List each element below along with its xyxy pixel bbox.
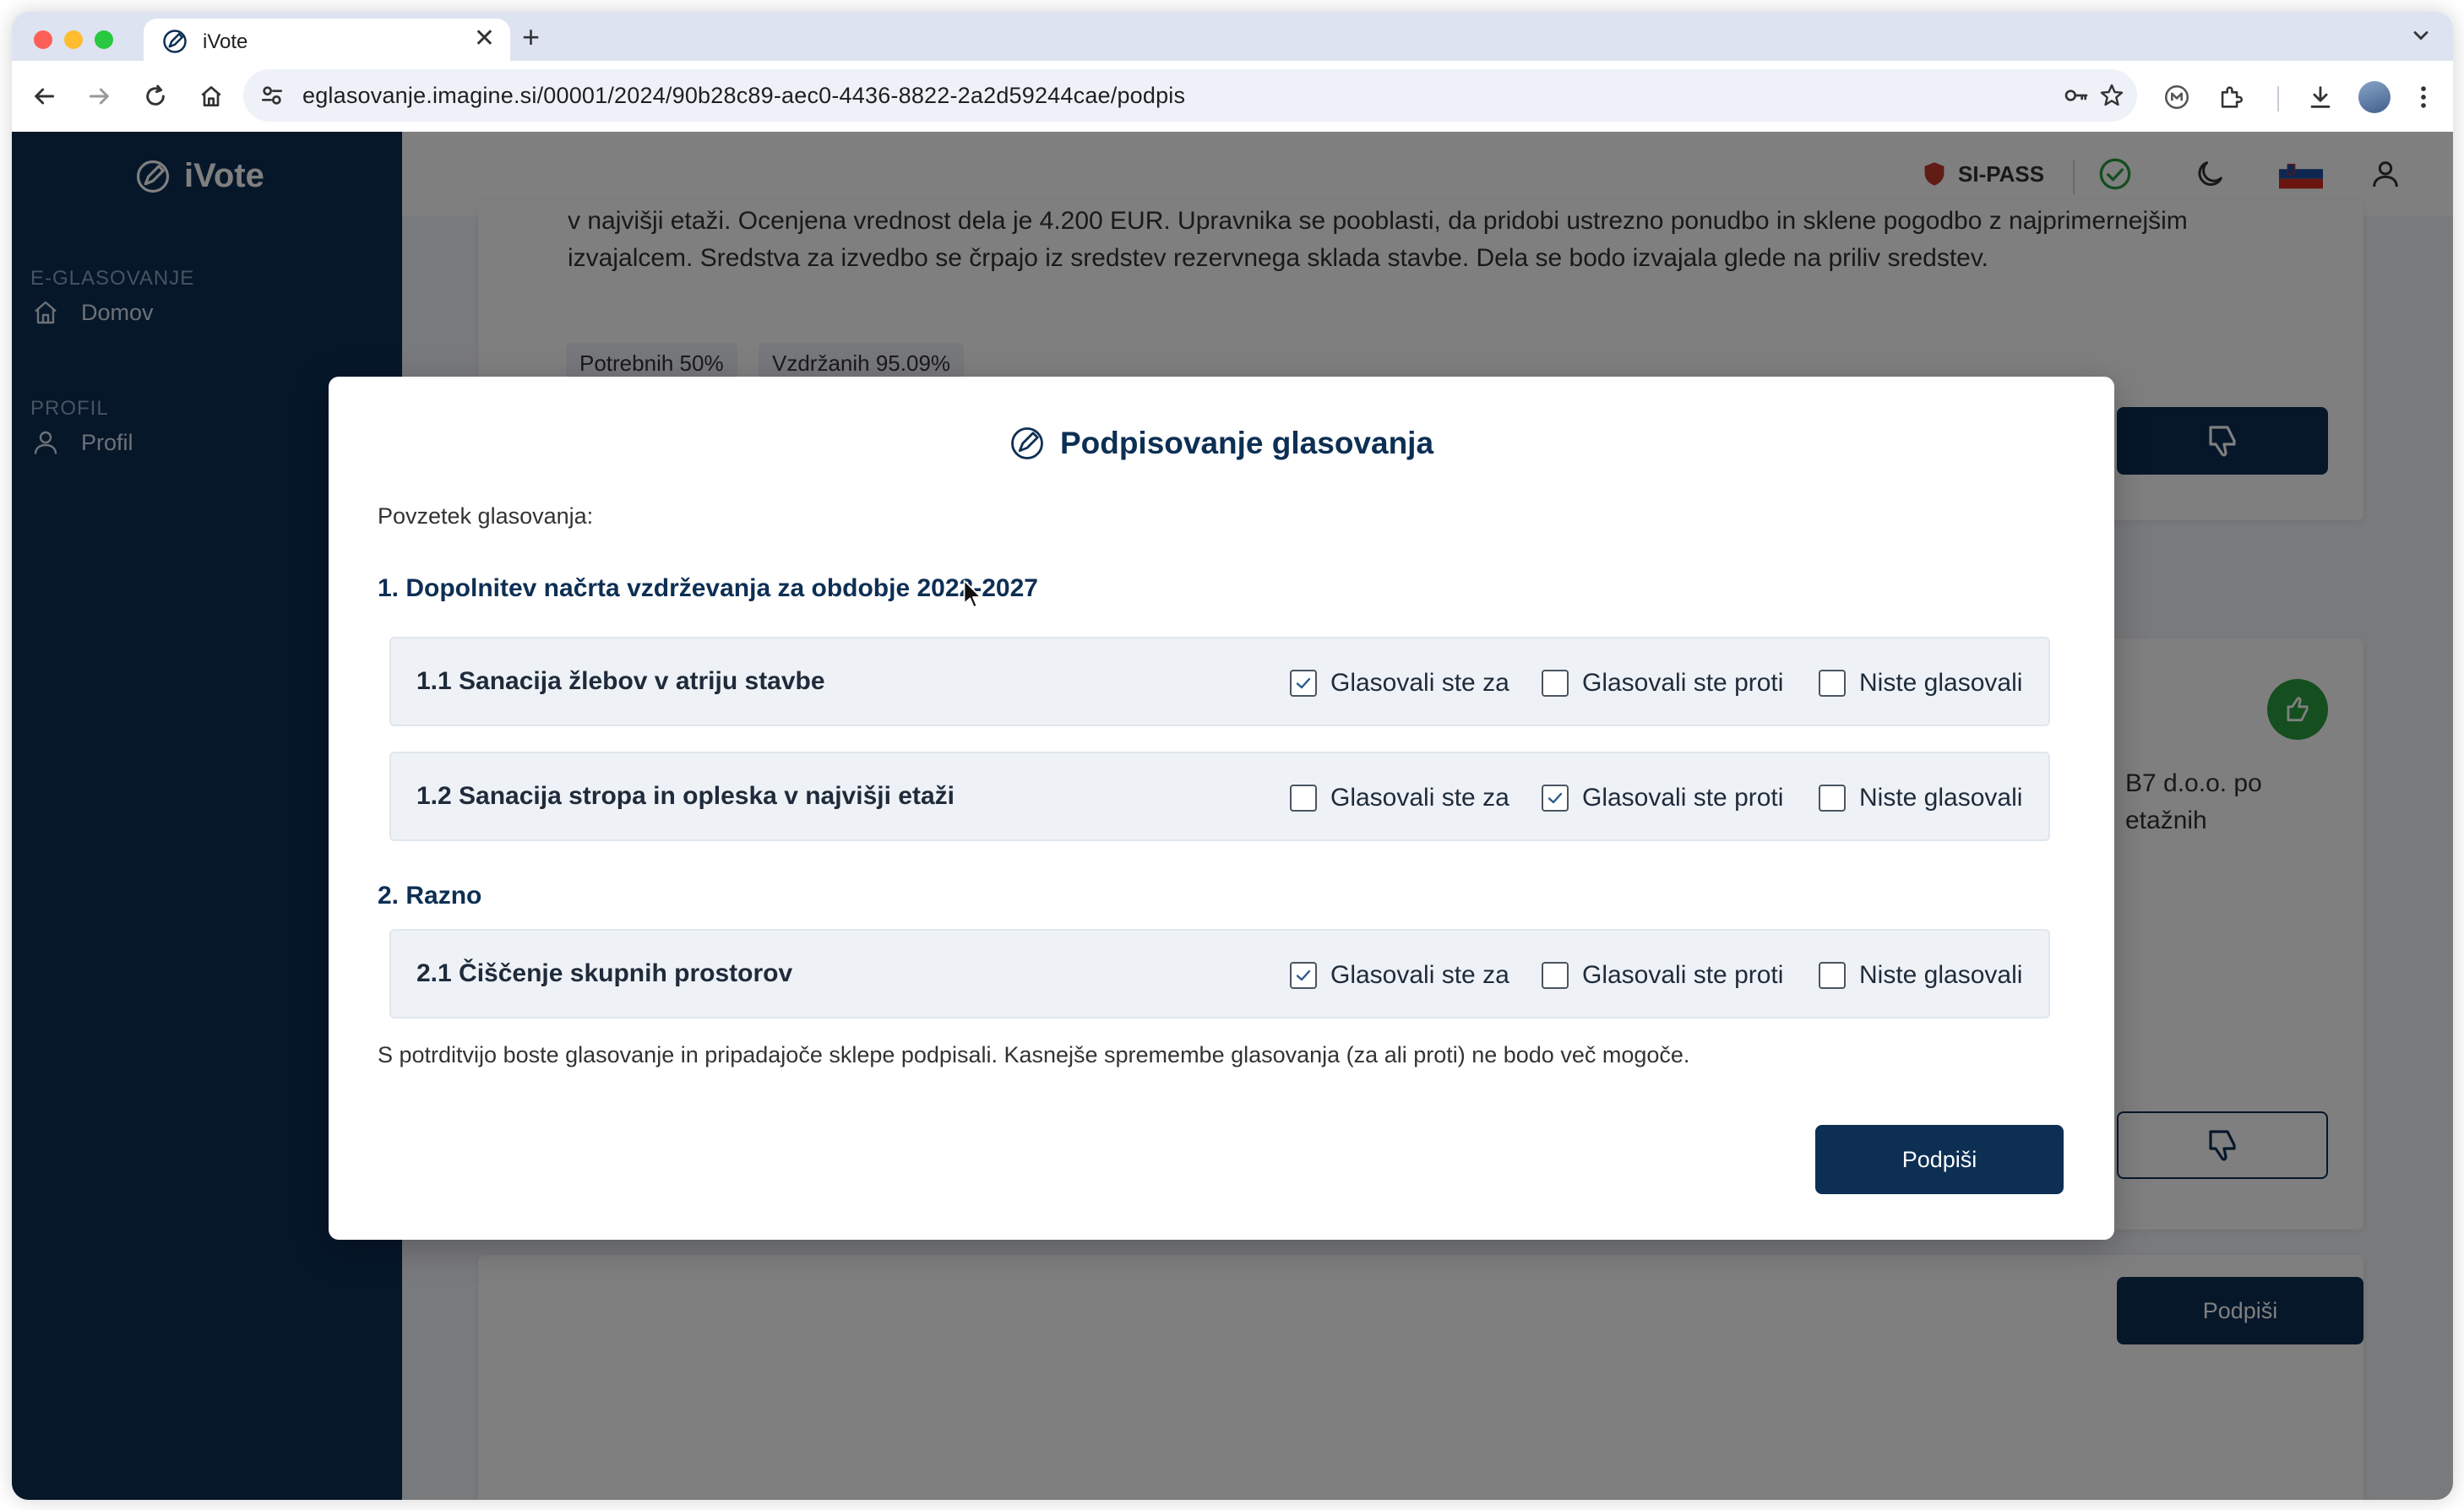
vote-item-label: 1.2 Sanacija stropa in opleska v najvišj… xyxy=(416,782,955,810)
option-against[interactable]: Glasovali ste proti xyxy=(1542,669,1783,698)
summary-label: Povzetek glasovanja: xyxy=(378,503,594,529)
password-key-icon[interactable] xyxy=(2063,82,2090,109)
sign-voting-modal: Podpisovanje glasovanja Povzetek glasova… xyxy=(329,377,2114,1240)
modal-title: Podpisovanje glasovanja xyxy=(1059,426,1434,460)
sign-button[interactable]: Podpiši xyxy=(1815,1125,2064,1194)
mouse-cursor-icon xyxy=(963,579,982,608)
checkbox-unchecked[interactable] xyxy=(1542,962,1569,989)
browser-tabstrip: iVote ✕ + xyxy=(12,12,2453,62)
option-label: Glasovali ste za xyxy=(1330,784,1509,812)
checkbox-unchecked[interactable] xyxy=(1819,785,1846,812)
checkmark-icon xyxy=(1547,792,1563,804)
option-against[interactable]: Glasovali ste proti xyxy=(1542,961,1783,990)
checkbox-unchecked[interactable] xyxy=(1819,962,1846,989)
checkbox-unchecked[interactable] xyxy=(1542,670,1569,697)
checkbox-checked[interactable] xyxy=(1290,670,1317,697)
downloads-icon[interactable] xyxy=(2306,83,2335,111)
chrome-profile-avatar[interactable] xyxy=(2358,81,2391,113)
vote-item-label: 1.1 Sanacija žlebov v atriju stavbe xyxy=(416,667,825,695)
option-label: Glasovali ste proti xyxy=(1582,784,1784,812)
option-not-voted[interactable]: Niste glasovali xyxy=(1819,961,2022,990)
confirmation-note: S potrditvijo boste glasovanje in pripad… xyxy=(378,1042,1690,1067)
window-close-button[interactable] xyxy=(34,30,52,49)
option-label: Niste glasovali xyxy=(1859,961,2023,989)
extension-m-icon[interactable] xyxy=(2162,83,2191,111)
address-url[interactable]: eglasovanje.imagine.si/00001/2024/90b28c… xyxy=(302,83,1185,109)
bookmark-star-icon[interactable] xyxy=(2098,82,2125,109)
checkbox-checked[interactable] xyxy=(1542,785,1569,812)
home-icon[interactable] xyxy=(198,83,225,110)
site-settings-icon[interactable] xyxy=(258,82,286,109)
vote-item-row: 1.1 Sanacija žlebov v atriju stavbe Glas… xyxy=(389,637,2050,726)
toolbar-divider xyxy=(2277,86,2279,111)
vote-item-row: 2.1 Čiščenje skupnih prostorov Glasovali… xyxy=(389,929,2050,1018)
option-for[interactable]: Glasovali ste za xyxy=(1290,784,1509,812)
checkmark-icon xyxy=(1296,970,1311,981)
browser-toolbar: eglasovanje.imagine.si/00001/2024/90b28c… xyxy=(12,61,2453,132)
ivote-favicon-icon xyxy=(163,30,187,53)
section-title: 1. Dopolnitev načrta vzdrževanja za obdo… xyxy=(378,574,1038,602)
option-label: Glasovali ste za xyxy=(1330,961,1509,989)
checkbox-unchecked[interactable] xyxy=(1819,670,1846,697)
modal-header: Podpisovanje glasovanja xyxy=(329,426,2114,461)
tab-search-chevron-icon[interactable] xyxy=(2409,24,2433,47)
option-for[interactable]: Glasovali ste za xyxy=(1290,961,1509,990)
option-for[interactable]: Glasovali ste za xyxy=(1290,669,1509,698)
address-bar[interactable]: eglasovanje.imagine.si/00001/2024/90b28c… xyxy=(243,69,2137,122)
forward-arrow-icon[interactable] xyxy=(86,83,113,110)
tab-title: iVote xyxy=(203,30,248,53)
section-title: 2. Razno xyxy=(378,882,482,910)
chrome-menu-kebab-icon[interactable] xyxy=(2409,83,2438,111)
option-not-voted[interactable]: Niste glasovali xyxy=(1819,669,2022,698)
checkmark-icon xyxy=(1296,677,1311,689)
window-minimize-button[interactable] xyxy=(64,30,83,49)
checkbox-checked[interactable] xyxy=(1290,962,1317,989)
tab-close-icon[interactable]: ✕ xyxy=(474,26,495,52)
window-maximize-button[interactable] xyxy=(95,30,113,49)
option-label: Glasovali ste proti xyxy=(1582,961,1784,989)
browser-tab-ivote[interactable]: iVote ✕ xyxy=(144,19,510,62)
vote-item-label: 2.1 Čiščenje skupnih prostorov xyxy=(416,959,793,987)
option-label: Glasovali ste za xyxy=(1330,669,1509,697)
checkbox-unchecked[interactable] xyxy=(1290,785,1317,812)
extensions-puzzle-icon[interactable] xyxy=(2217,83,2245,111)
option-not-voted[interactable]: Niste glasovali xyxy=(1819,784,2022,812)
reload-icon[interactable] xyxy=(142,83,169,110)
option-label: Niste glasovali xyxy=(1859,669,2023,697)
back-arrow-icon[interactable] xyxy=(30,83,57,110)
new-tab-button[interactable]: + xyxy=(522,22,540,52)
sign-pen-icon xyxy=(1011,427,1043,459)
option-label: Glasovali ste proti xyxy=(1582,669,1784,697)
vote-item-row: 1.2 Sanacija stropa in opleska v najvišj… xyxy=(389,752,2050,841)
option-label: Niste glasovali xyxy=(1859,784,2023,812)
option-against[interactable]: Glasovali ste proti xyxy=(1542,784,1783,812)
